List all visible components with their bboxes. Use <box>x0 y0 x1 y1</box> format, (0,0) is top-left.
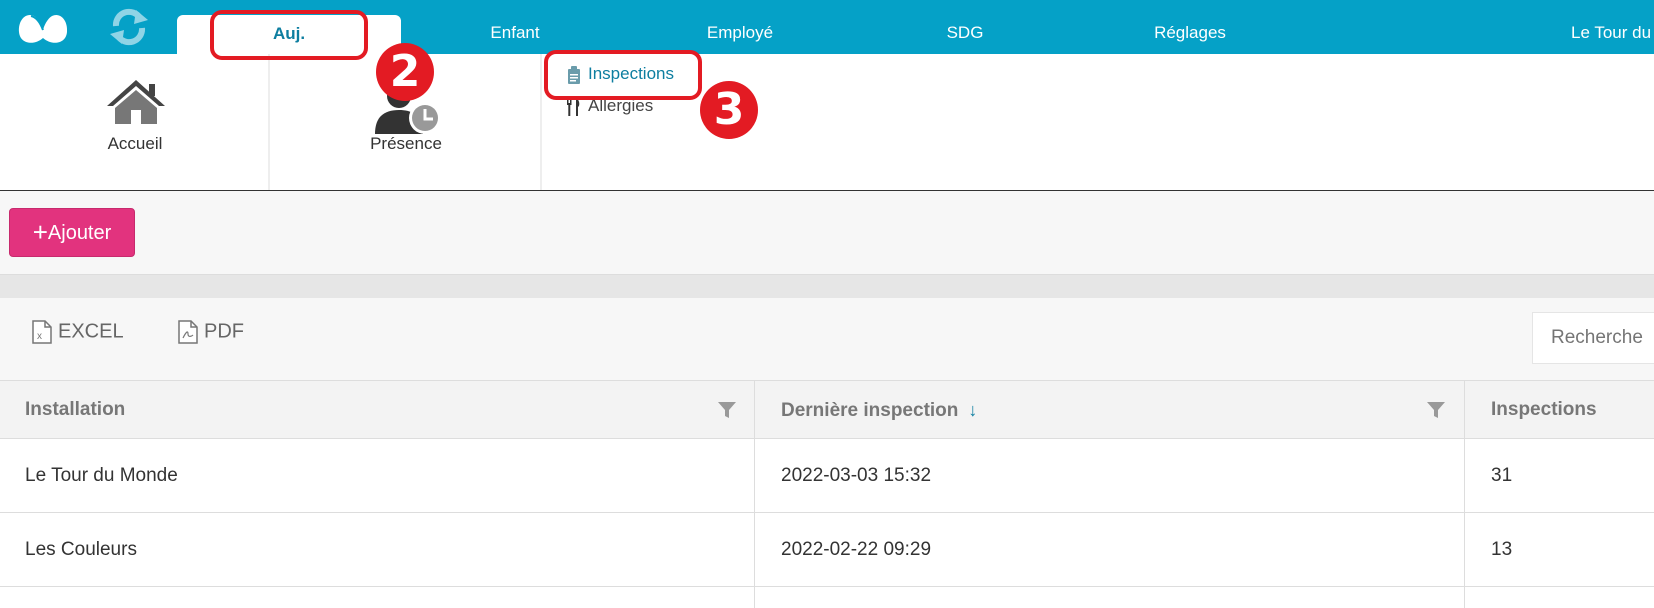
sort-descending-icon: ↓ <box>968 400 978 420</box>
sub-menu: Accueil Présence Inspections Allergies <box>0 54 1654 191</box>
tab-employee[interactable]: Employé <box>655 0 825 54</box>
cell-inspections-count: 31 <box>1491 465 1513 486</box>
column-header-last-inspection[interactable]: Dernière inspection ↓ <box>756 381 1464 439</box>
column-separator <box>1464 380 1465 608</box>
column-header-installation[interactable]: Installation <box>0 381 754 439</box>
table-row[interactable]: Le Tour du Monde 2022-03-03 15:32 31 <box>0 439 1654 513</box>
submenu-divider <box>540 54 542 190</box>
filter-icon[interactable] <box>717 400 737 420</box>
filter-icon[interactable] <box>1426 400 1446 420</box>
add-button[interactable]: +Ajouter <box>9 208 135 257</box>
cell-last-inspection: 2022-03-03 15:32 <box>781 465 932 486</box>
pdf-file-icon <box>178 320 198 344</box>
table-row[interactable] <box>0 587 1654 608</box>
annotation-highlight-today-tab <box>210 10 368 60</box>
pdf-export-button[interactable]: PDF <box>178 320 244 344</box>
table-header: Installation Dernière inspection ↓ Inspec… <box>0 380 1654 439</box>
excel-label: EXCEL <box>58 320 124 343</box>
tab-child[interactable]: Enfant <box>430 0 600 54</box>
search-input[interactable] <box>1532 312 1654 364</box>
annotation-highlight-inspections <box>544 50 702 100</box>
cell-inspections-count: 13 <box>1491 539 1513 560</box>
annotation-marker-3: 3 <box>700 81 758 139</box>
column-header-inspections[interactable]: Inspections <box>1466 381 1654 439</box>
home-button[interactable]: Accueil <box>0 54 270 190</box>
excel-export-button[interactable]: x EXCEL <box>32 320 124 344</box>
svg-text:x: x <box>37 331 42 342</box>
table-row[interactable]: Les Couleurs 2022-02-22 09:29 13 <box>0 513 1654 587</box>
toolbar-divider-band <box>0 274 1654 298</box>
plus-icon: + <box>32 217 48 247</box>
home-label: Accueil <box>107 134 163 153</box>
tab-settings[interactable]: Réglages <box>1105 0 1275 54</box>
add-label: Ajouter <box>47 222 112 244</box>
butterfly-logo-icon[interactable] <box>16 8 70 48</box>
annotation-marker-2: 2 <box>376 43 434 101</box>
utensils-icon <box>567 97 580 116</box>
presence-label: Présence <box>370 134 442 153</box>
column-separator <box>754 380 755 608</box>
facility-selector[interactable]: Le Tour du <box>1571 0 1654 54</box>
cell-last-inspection: 2022-02-22 09:29 <box>781 539 932 560</box>
house-icon <box>107 80 165 124</box>
tab-sdg[interactable]: SDG <box>880 0 1050 54</box>
excel-file-icon: x <box>32 320 52 344</box>
cell-installation[interactable]: Les Couleurs <box>0 513 137 587</box>
cell-installation[interactable]: Le Tour du Monde <box>0 439 178 513</box>
pdf-label: PDF <box>204 320 244 343</box>
refresh-icon[interactable] <box>108 8 150 46</box>
